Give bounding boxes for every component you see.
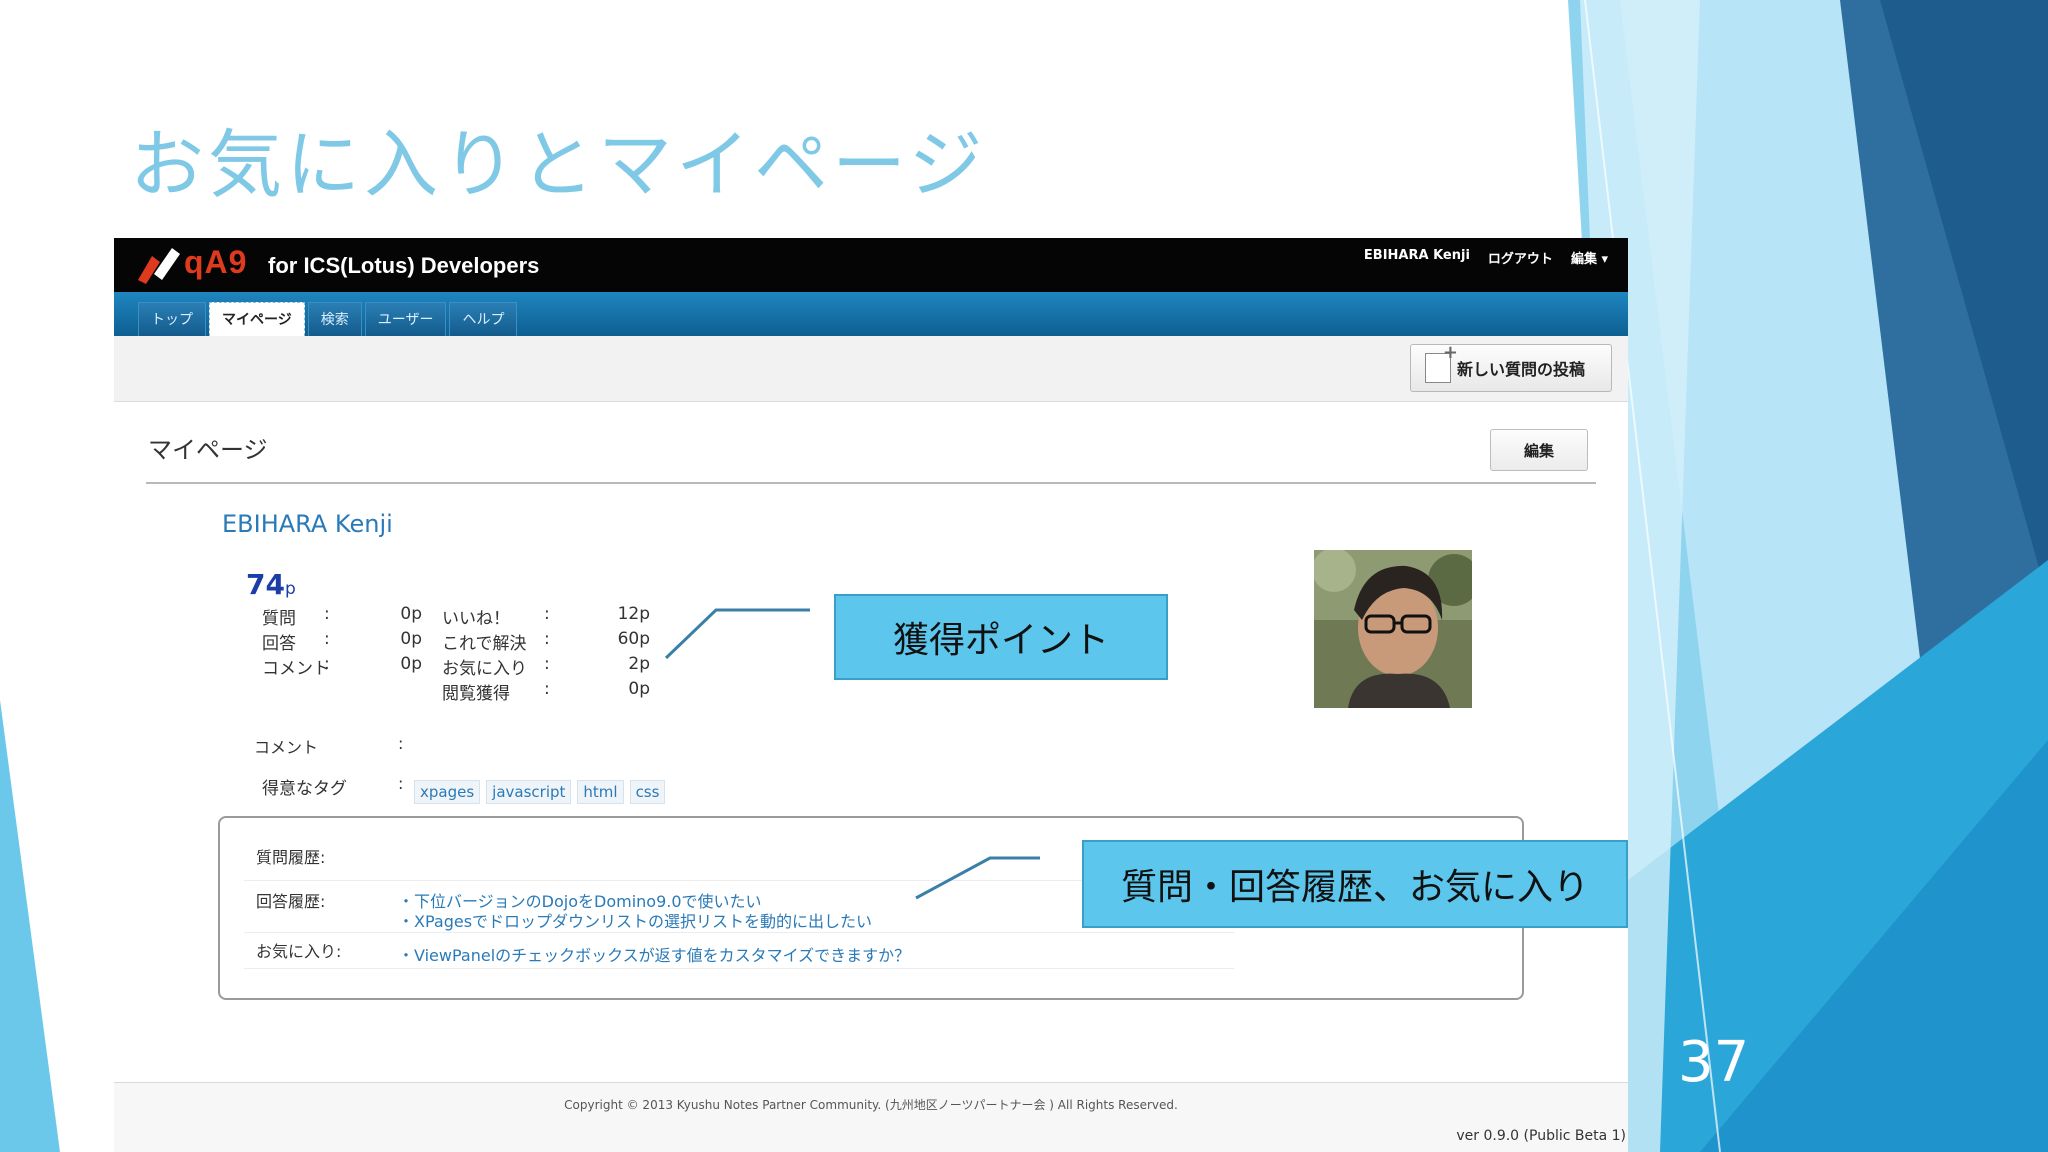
copyright-text: Copyright © 2013 Kyushu Notes Partner Co…	[564, 1098, 1178, 1112]
stat-value: 0p	[628, 679, 650, 699]
user-menu: EBIHARA Kenji ログアウト 編集 ▾	[1364, 248, 1608, 267]
stat-label: お気に入り	[442, 659, 527, 679]
nav-tabs: トップ マイページ 検索 ユーザー ヘルプ	[138, 302, 518, 336]
slide-number: 37	[1678, 1030, 1750, 1095]
logout-link[interactable]: ログアウト	[1488, 248, 1553, 267]
stat-colon: :	[544, 629, 550, 649]
stat-label: これで解決	[442, 634, 527, 654]
tab-top[interactable]: トップ	[138, 302, 206, 336]
question-history-label: 質問履歴:	[256, 848, 326, 867]
logo-icon	[138, 248, 180, 284]
stat-value: 2p	[628, 654, 650, 674]
tags-colon: :	[398, 774, 404, 793]
stat-value: 0p	[400, 604, 422, 624]
points-total-unit: p	[284, 579, 296, 599]
tag-javascript[interactable]: javascript	[486, 780, 572, 804]
stat-value: 0p	[400, 629, 422, 649]
tags-label: 得意なタグ	[262, 779, 347, 799]
edit-button[interactable]: 編集	[1490, 429, 1588, 471]
stat-colon: :	[544, 604, 550, 624]
stat-colon: :	[324, 629, 330, 649]
tab-mypage[interactable]: マイページ	[209, 302, 305, 336]
favorite-item[interactable]: ・ViewPanelのチェックボックスが返す値をカスタマイズできますか？	[398, 942, 910, 966]
history-divider	[244, 968, 1234, 969]
new-document-icon	[1425, 342, 1458, 383]
stat-label: 質問	[262, 609, 296, 629]
stat-colon: :	[544, 654, 550, 674]
tab-users[interactable]: ユーザー	[364, 302, 447, 336]
tab-search[interactable]: 検索	[307, 302, 362, 336]
user-name-link[interactable]: EBIHARA Kenji	[1364, 248, 1470, 267]
avatar	[1314, 550, 1472, 708]
page-title: マイページ	[148, 436, 268, 464]
new-question-label: 新しい質問の投稿	[1457, 360, 1586, 379]
app-subtitle: for ICS(Lotus) Developers	[268, 253, 540, 278]
stat-label: いいね！	[442, 609, 510, 629]
edit-menu-dropdown[interactable]: 編集 ▾	[1571, 248, 1608, 267]
tag-list: xpages javascript html css	[414, 780, 666, 804]
profile-name: EBIHARA Kenji	[222, 510, 393, 538]
comment-colon: :	[398, 734, 404, 753]
version-text: ver 0.9.0 (Public Beta 1)	[1456, 1128, 1626, 1144]
history-callout: 質問・回答履歴、お気に入り	[1082, 840, 1628, 928]
toolbar: 新しい質問の投稿	[114, 336, 1628, 402]
history-divider	[244, 932, 1234, 933]
heading-divider	[146, 482, 1596, 484]
app-screenshot: qA9 for ICS(Lotus) Developers EBIHARA Ke…	[114, 238, 1628, 1152]
stat-label: 回答	[262, 634, 296, 654]
stat-colon: :	[324, 604, 330, 624]
stat-colon: :	[324, 654, 330, 674]
nav-bar: トップ マイページ 検索 ユーザー ヘルプ	[114, 292, 1628, 336]
comment-label: コメント	[254, 738, 319, 757]
favorites-label: お気に入り:	[256, 942, 342, 961]
answer-history-label: 回答履歴:	[256, 892, 326, 911]
stat-value: 60p	[617, 629, 650, 649]
tab-help[interactable]: ヘルプ	[449, 302, 518, 336]
stat-colon: :	[544, 679, 550, 699]
slide-title: お気に入りとマイページ	[130, 122, 987, 208]
new-question-button[interactable]: 新しい質問の投稿	[1410, 342, 1612, 392]
footer	[114, 1083, 1628, 1152]
points-callout: 獲得ポイント	[834, 594, 1168, 680]
stat-label: コメント	[262, 659, 330, 679]
stat-value: 12p	[617, 604, 650, 624]
points-total-value: 74	[246, 568, 285, 601]
tag-html[interactable]: html	[577, 780, 624, 804]
stat-label: 閲覧獲得	[442, 684, 510, 704]
answer-history-item[interactable]: ・XPagesでドロップダウンリストの選択リストを動的に出したい	[398, 908, 872, 932]
tag-css[interactable]: css	[629, 780, 666, 804]
logo-text: qA9	[184, 244, 248, 280]
stat-value: 0p	[400, 654, 422, 674]
points-total: 74p	[246, 568, 296, 601]
app-header: qA9 for ICS(Lotus) Developers EBIHARA Ke…	[114, 238, 1628, 292]
tag-xpages[interactable]: xpages	[414, 780, 481, 804]
